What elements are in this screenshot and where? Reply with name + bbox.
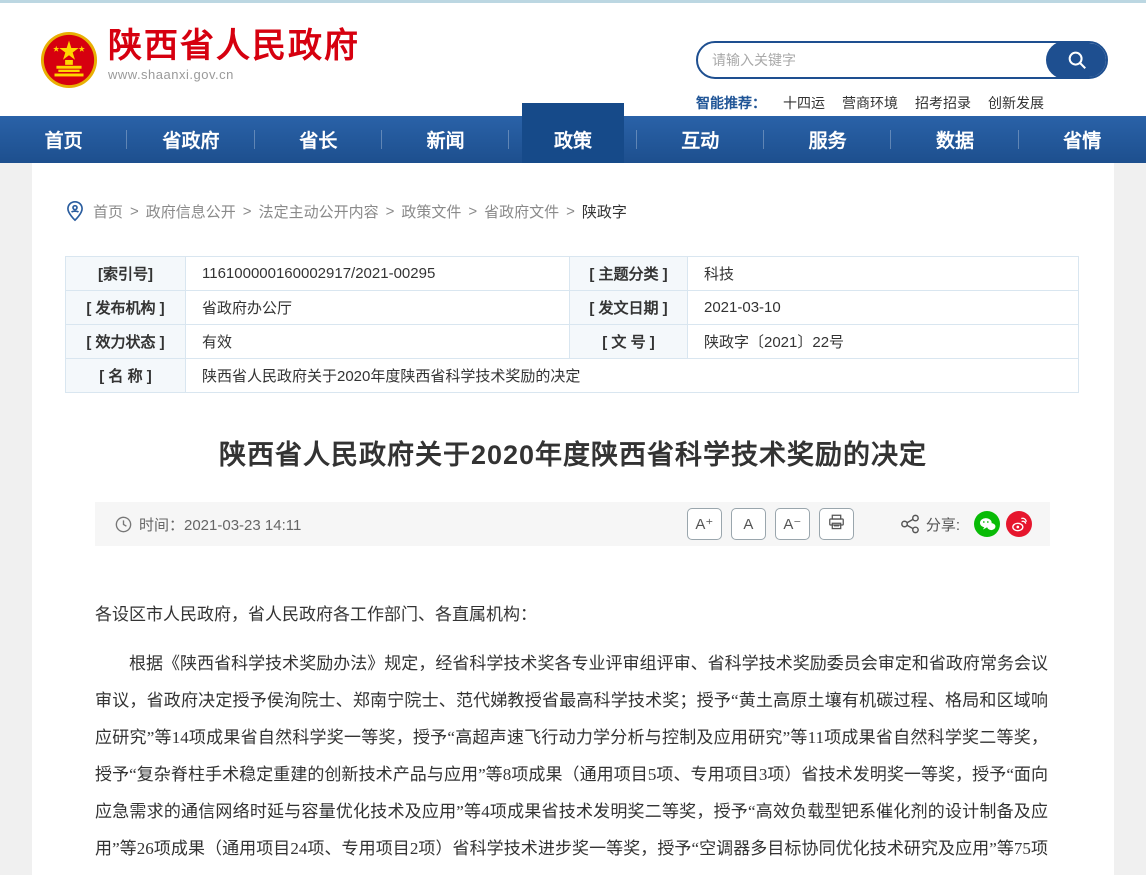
article-meta-bar: 时间：2021-03-23 14:11 A⁺ A A⁻ 分享:: [95, 502, 1050, 546]
hot-link-business-env[interactable]: 营商环境: [842, 93, 898, 113]
wechat-share-icon[interactable]: [974, 511, 1000, 537]
nav-item-data[interactable]: 数据: [891, 116, 1018, 163]
site-logo[interactable]: 陕西省人民政府 www.shaanxi.gov.cn: [40, 27, 360, 89]
table-row: [ 效力状态 ] 有效 [ 文 号 ] 陕政字〔2021〕22号: [66, 325, 1079, 359]
site-url: www.shaanxi.gov.cn: [108, 67, 360, 82]
page-title: 陕西省人民政府关于2020年度陕西省科学技术奖励的决定: [32, 433, 1114, 472]
nav-item-province-info[interactable]: 省情: [1019, 116, 1146, 163]
printer-icon: [828, 514, 845, 530]
font-normal-button[interactable]: A: [731, 508, 766, 540]
search-box: [696, 41, 1108, 79]
crumb-info-disclosure[interactable]: 政府信息公开: [146, 201, 236, 222]
topic-category-value: 科技: [688, 257, 1079, 291]
doc-name-label: [ 名 称 ]: [66, 359, 186, 393]
doc-name-value: 陕西省人民政府关于2020年度陕西省科学技术奖励的决定: [186, 359, 1079, 393]
article-body: 各设区市人民政府，省人民政府各工作部门、各直属机构： 根据《陕西省科学技术奖励办…: [95, 596, 1048, 875]
index-number-label: [索引号]: [66, 257, 186, 291]
national-emblem-icon: [40, 31, 98, 89]
crumb-current: 陕政字: [582, 201, 627, 222]
crumb-provincial-docs[interactable]: 省政府文件: [484, 201, 559, 222]
location-pin-icon: [65, 200, 85, 222]
crumb-policy-docs[interactable]: 政策文件: [401, 201, 461, 222]
issue-date-value: 2021-03-10: [688, 291, 1079, 325]
hot-link-innovation[interactable]: 创新发展: [988, 93, 1044, 113]
content-container: 首页> 政府信息公开> 法定主动公开内容> 政策文件> 省政府文件> 陕政字 […: [32, 163, 1114, 875]
site-title: 陕西省人民政府: [108, 27, 360, 65]
doc-number-label: [ 文 号 ]: [570, 325, 688, 359]
document-info-table: [索引号] 116100000160002917/2021-00295 [ 主题…: [65, 256, 1079, 393]
smart-recommend-label: 智能推荐：: [696, 93, 766, 113]
main-nav: 首页 省政府 省长 新闻 政策 互动 服务 数据 省情: [0, 116, 1146, 163]
breadcrumb: 首页> 政府信息公开> 法定主动公开内容> 政策文件> 省政府文件> 陕政字: [32, 163, 1114, 236]
table-row: [ 名 称 ] 陕西省人民政府关于2020年度陕西省科学技术奖励的决定: [66, 359, 1079, 393]
nav-item-governor[interactable]: 省长: [255, 116, 382, 163]
publish-time: 时间：2021-03-23 14:11: [115, 514, 301, 535]
article-paragraph: 根据《陕西省科学技术奖励办法》规定，经省科学技术奖各专业评审组评审、省科学技术奖…: [95, 645, 1048, 875]
validity-status-label: [ 效力状态 ]: [66, 325, 186, 359]
nav-item-home[interactable]: 首页: [0, 116, 127, 163]
nav-item-policy[interactable]: 政策: [509, 116, 636, 163]
search-input[interactable]: [698, 52, 1048, 68]
hot-link-recruit[interactable]: 招考招录: [915, 93, 971, 113]
print-button[interactable]: [819, 508, 854, 540]
clock-icon: [115, 516, 132, 533]
issuing-agency-value: 省政府办公厅: [186, 291, 570, 325]
issuing-agency-label: [ 发布机构 ]: [66, 291, 186, 325]
issue-date-label: [ 发文日期 ]: [570, 291, 688, 325]
topic-category-label: [ 主题分类 ]: [570, 257, 688, 291]
hot-link-shisiyun[interactable]: 十四运: [783, 93, 825, 113]
weibo-share-icon[interactable]: [1006, 511, 1032, 537]
nav-item-services[interactable]: 服务: [764, 116, 891, 163]
validity-status-value: 有效: [186, 325, 570, 359]
font-larger-button[interactable]: A⁺: [687, 508, 722, 540]
nav-item-interaction[interactable]: 互动: [637, 116, 764, 163]
search-icon: [1066, 49, 1088, 71]
table-row: [ 发布机构 ] 省政府办公厅 [ 发文日期 ] 2021-03-10: [66, 291, 1079, 325]
index-number-value: 116100000160002917/2021-00295: [186, 257, 570, 291]
doc-number-value: 陕政字〔2021〕22号: [688, 325, 1079, 359]
crumb-statutory-disclosure[interactable]: 法定主动公开内容: [259, 201, 379, 222]
search-button[interactable]: [1046, 41, 1108, 79]
site-header: 陕西省人民政府 www.shaanxi.gov.cn 智能推荐： 十四运 营商环…: [0, 3, 1146, 116]
article-salutation: 各设区市人民政府，省人民政府各工作部门、各直属机构：: [95, 596, 1048, 633]
font-smaller-button[interactable]: A⁻: [775, 508, 810, 540]
nav-item-provincial-gov[interactable]: 省政府: [127, 116, 254, 163]
share-icon: [900, 514, 920, 534]
table-row: [索引号] 116100000160002917/2021-00295 [ 主题…: [66, 257, 1079, 291]
crumb-home[interactable]: 首页: [93, 201, 123, 222]
share-label: 分享:: [926, 514, 960, 535]
nav-item-news[interactable]: 新闻: [382, 116, 509, 163]
